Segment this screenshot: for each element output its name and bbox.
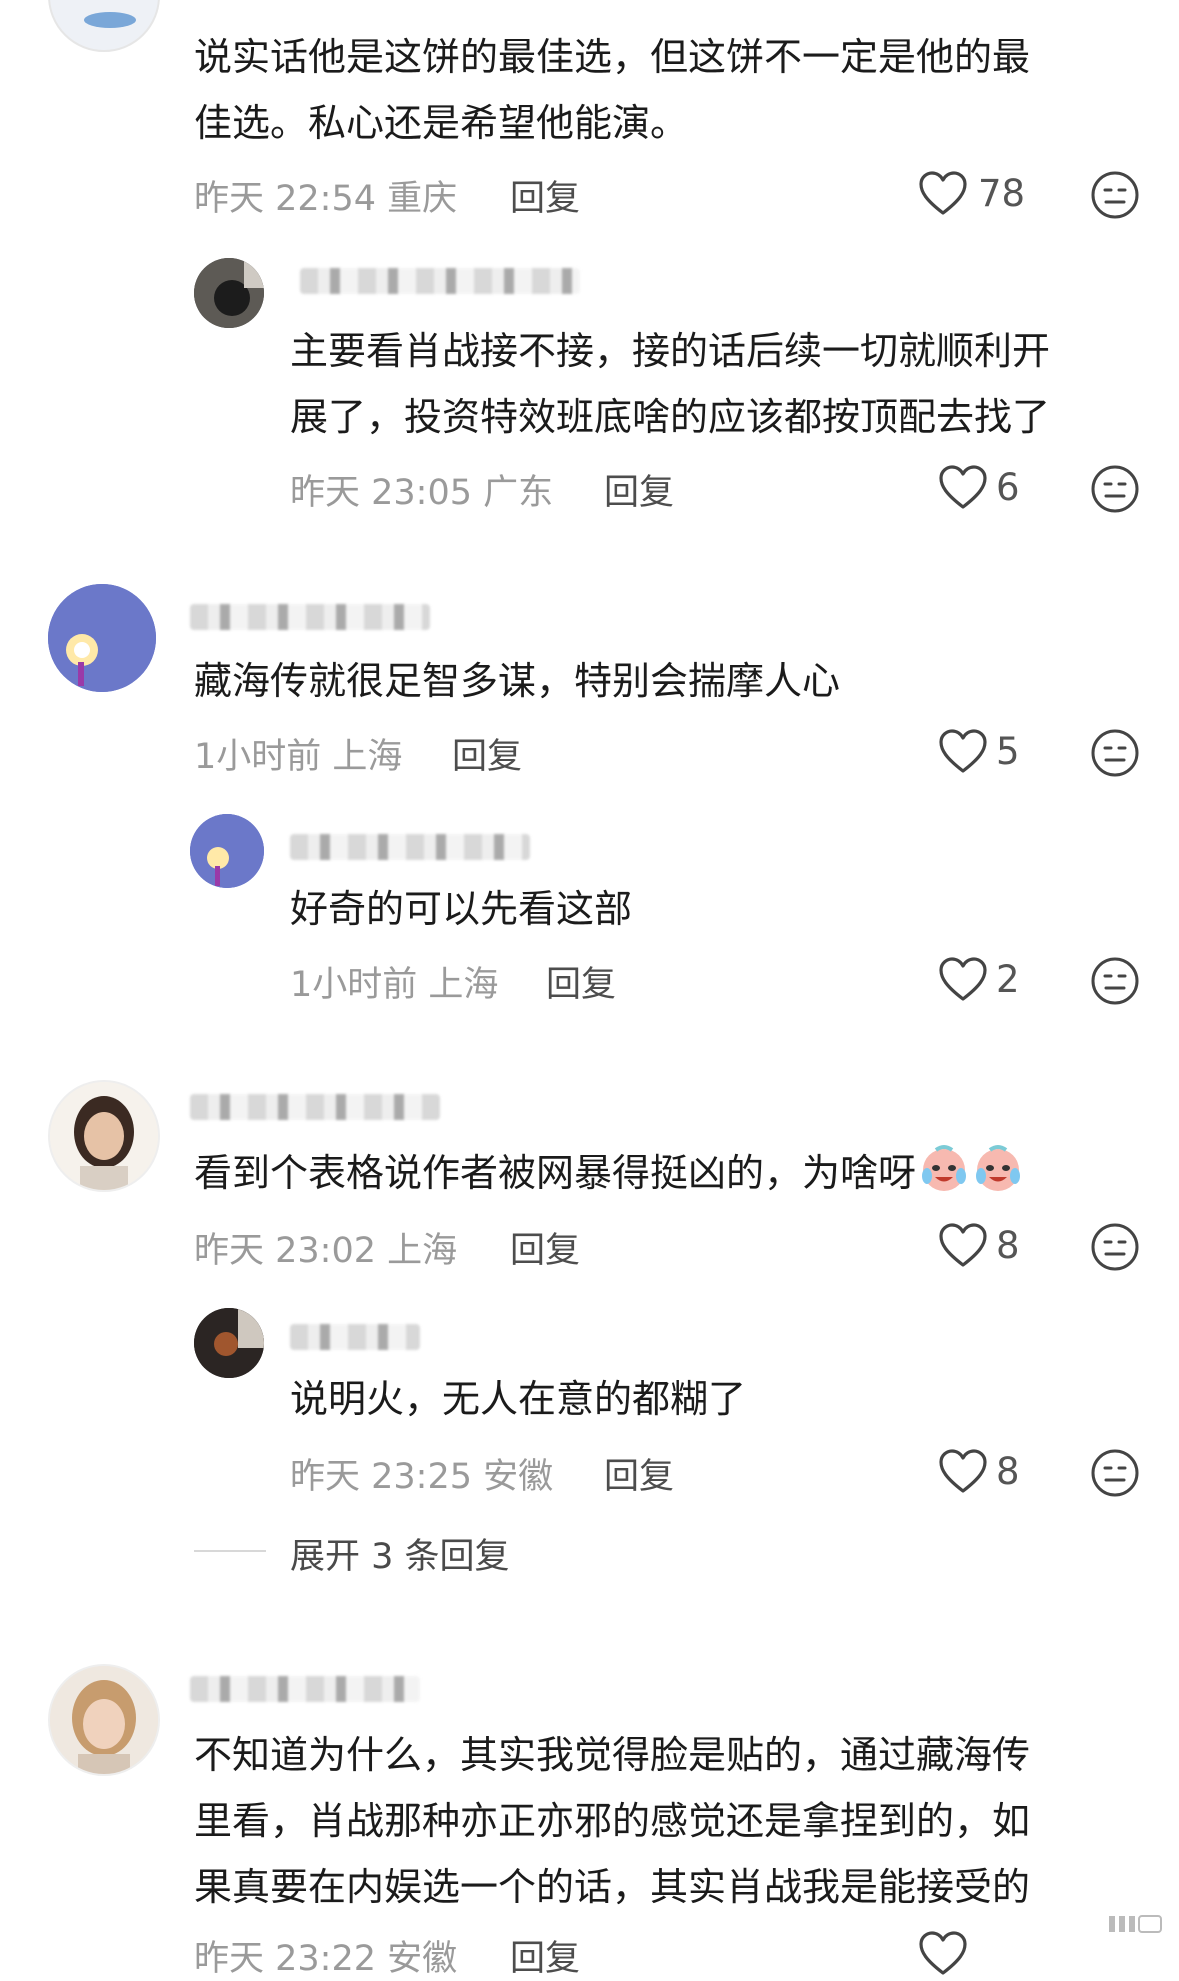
avatar[interactable] (48, 1664, 160, 1776)
comment-text-line: 果真要在内娱选一个的话，其实肖战我是能接受的 (194, 1865, 1031, 1909)
heart-outline-icon[interactable] (938, 464, 988, 510)
comment-text: 看到个表格说作者被网暴得挺凶的，为啥呀 (194, 1151, 917, 1195)
comment-meta: 昨天 23:25 安徽 (290, 1457, 554, 1497)
crying-laughing-emoji (922, 1145, 967, 1191)
avatar-image (194, 1308, 264, 1378)
avatar-image (50, 1666, 158, 1774)
reply-button[interactable]: 回复 (510, 1930, 580, 1981)
like-count: 8 (996, 1224, 1020, 1267)
comment-text-line: 里看，肖战那种亦正亦邪的感觉还是拿捏到的，如 (194, 1799, 1031, 1843)
meh-face-icon[interactable] (1090, 1448, 1140, 1498)
comment-text-line: 藏海传就很足智多谋，特别会揣摩人心 (194, 659, 841, 703)
meh-face-icon[interactable] (1090, 728, 1140, 778)
reply-button[interactable]: 回复 (510, 1222, 580, 1273)
reply-button[interactable]: 回复 (546, 956, 616, 1007)
avatar[interactable] (194, 1308, 264, 1378)
avatar[interactable] (194, 258, 264, 328)
username-blurred[interactable] (290, 834, 530, 860)
meh-face-icon[interactable] (1090, 464, 1140, 514)
heart-outline-icon[interactable] (918, 1930, 968, 1976)
avatar[interactable] (48, 584, 156, 692)
comment-text-line: 说实话他是这饼的最佳选，但这饼不一定是他的最 (194, 35, 1031, 79)
comment-text-line: 说明火，无人在意的都糊了 (290, 1377, 747, 1421)
avatar-image (48, 584, 156, 692)
avatar-image (50, 1082, 158, 1190)
watermark-logo (1109, 1915, 1162, 1933)
comment-meta: 1小时前 上海 (194, 737, 403, 777)
comment-text-line: 好奇的可以先看这部 (290, 887, 633, 931)
comment-text-line: 展了，投资特效班底啥的应该都按顶配去找了 (290, 395, 1051, 439)
comment-text-line: 不知道为什么，其实我觉得脸是贴的，通过藏海传 (194, 1733, 1031, 1777)
username-blurred[interactable] (290, 1324, 420, 1350)
crying-laughing-emoji (976, 1145, 1021, 1191)
like-count: 8 (996, 1450, 1020, 1493)
comment-text-line: 主要看肖战接不接，接的话后续一切就顺利开 (290, 329, 1051, 373)
heart-outline-icon[interactable] (938, 1448, 988, 1494)
meh-face-icon[interactable] (1090, 1222, 1140, 1272)
comment-meta: 昨天 23:22 安徽 (194, 1939, 458, 1979)
like-count: 78 (978, 172, 1026, 215)
username-blurred[interactable] (190, 1676, 420, 1702)
avatar-image (84, 12, 136, 28)
meh-face-icon[interactable] (1090, 956, 1140, 1006)
like-count: 2 (996, 958, 1020, 1001)
avatar[interactable] (190, 814, 264, 888)
avatar[interactable] (48, 1080, 160, 1192)
comment-text-line: 佳选。私心还是希望他能演。 (194, 101, 689, 145)
username-blurred[interactable] (190, 1094, 440, 1120)
comment-meta: 昨天 23:02 上海 (194, 1231, 458, 1271)
expand-replies-button[interactable]: 展开 3 条回复 (290, 1528, 510, 1579)
comment-meta: 1小时前 上海 (290, 965, 499, 1005)
avatar-image (190, 814, 264, 888)
avatar[interactable] (48, 0, 160, 52)
comment-meta: 昨天 22:54 重庆 (194, 179, 458, 219)
reply-button[interactable]: 回复 (452, 728, 522, 779)
reply-button[interactable]: 回复 (510, 170, 580, 221)
comment-text-line: 看到个表格说作者被网暴得挺凶的，为啥呀 (194, 1140, 1024, 1206)
reply-button[interactable]: 回复 (604, 464, 674, 515)
heart-outline-icon[interactable] (938, 1222, 988, 1268)
heart-outline-icon[interactable] (938, 728, 988, 774)
username-blurred[interactable] (190, 604, 430, 630)
like-count: 6 (996, 466, 1020, 509)
meh-face-icon[interactable] (1090, 170, 1140, 220)
expand-divider (194, 1550, 266, 1552)
heart-outline-icon[interactable] (938, 956, 988, 1002)
username-blurred[interactable] (300, 268, 580, 294)
like-count: 5 (996, 730, 1020, 773)
reply-button[interactable]: 回复 (604, 1448, 674, 1499)
avatar-image (194, 258, 264, 328)
comment-meta: 昨天 23:05 广东 (290, 473, 554, 513)
heart-outline-icon[interactable] (918, 170, 968, 216)
